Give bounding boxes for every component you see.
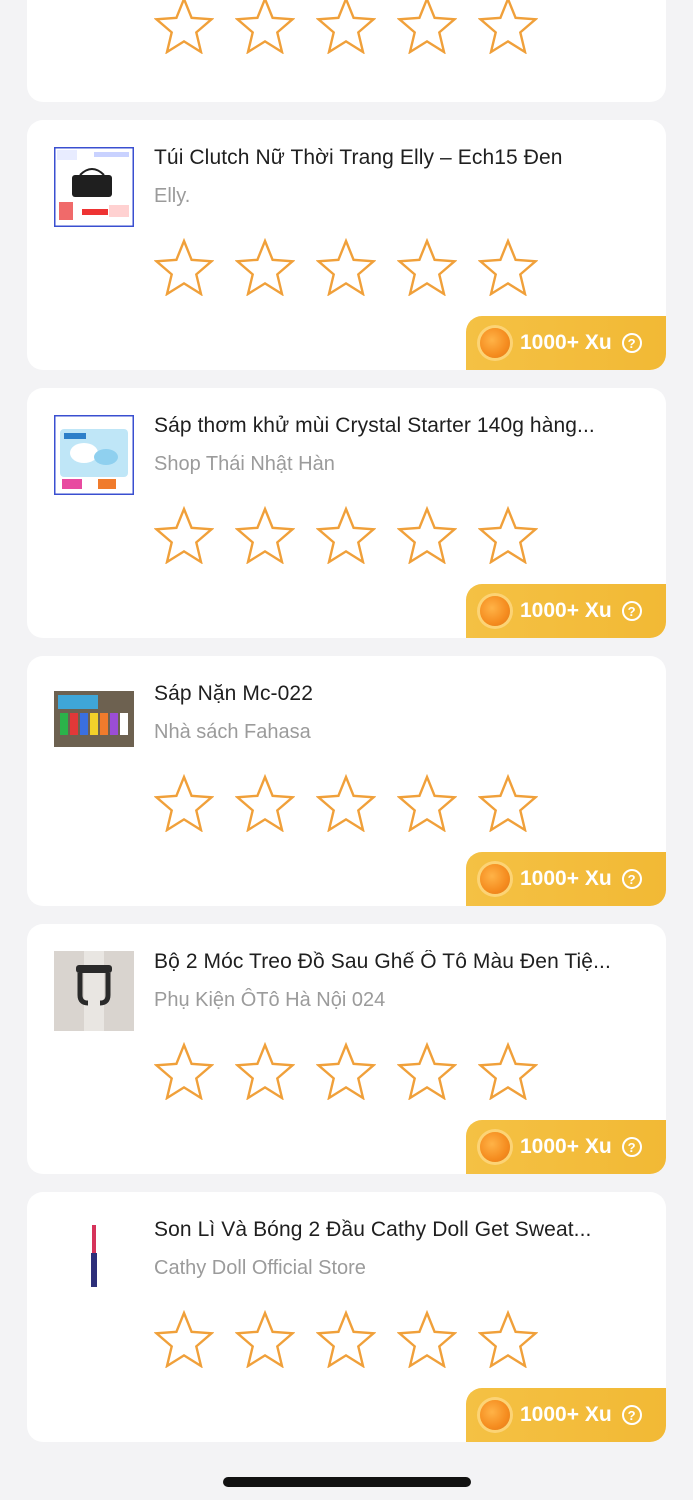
product-review-card: Son Lì Và Bóng 2 Đầu Cathy Doll Get Swea… — [27, 1192, 666, 1442]
help-icon[interactable]: ? — [621, 869, 642, 889]
star-icon[interactable] — [397, 1042, 457, 1100]
product-title[interactable]: Sáp thơm khử mùi Crystal Starter 140g hà… — [154, 414, 642, 438]
reward-label: 1000+ Xu — [520, 867, 612, 890]
reward-label: 1000+ Xu — [520, 1403, 612, 1426]
reward-badge[interactable]: 1000+ Xu ? — [466, 316, 666, 370]
star-icon[interactable] — [316, 1310, 376, 1368]
reward-badge[interactable]: 1000+ Xu ? — [466, 1388, 666, 1442]
star-icon[interactable] — [478, 238, 538, 296]
star-rating[interactable] — [154, 0, 559, 54]
star-icon[interactable] — [397, 0, 457, 54]
reward-label: 1000+ Xu — [520, 331, 612, 354]
home-indicator[interactable] — [223, 1477, 471, 1487]
star-icon[interactable] — [478, 506, 538, 564]
star-icon[interactable] — [397, 1310, 457, 1368]
coin-icon — [480, 328, 510, 358]
lipstick-thumbnail-icon — [54, 1219, 134, 1299]
star-icon[interactable] — [235, 506, 295, 564]
star-icon[interactable] — [154, 238, 214, 296]
air-freshener-box-thumbnail-icon — [54, 415, 134, 495]
coin-icon — [480, 864, 510, 894]
star-icon[interactable] — [316, 506, 376, 564]
coin-icon — [480, 596, 510, 626]
star-icon[interactable] — [478, 0, 538, 54]
star-rating[interactable] — [154, 774, 559, 832]
star-icon[interactable] — [316, 1042, 376, 1100]
star-icon[interactable] — [235, 0, 295, 54]
star-icon[interactable] — [397, 506, 457, 564]
star-icon[interactable] — [316, 238, 376, 296]
product-review-card: Sáp Nặn Mc-022 Nhà sách Fahasa 1000+ Xu … — [27, 656, 666, 906]
reward-label: 1000+ Xu — [520, 1135, 612, 1158]
shop-name: Elly. — [154, 185, 191, 207]
product-review-card: Bộ 2 Móc Treo Đồ Sau Ghế Ô Tô Màu Đen Ti… — [27, 924, 666, 1174]
star-icon[interactable] — [397, 238, 457, 296]
help-icon[interactable]: ? — [621, 1405, 642, 1425]
product-title[interactable]: Bộ 2 Móc Treo Đồ Sau Ghế Ô Tô Màu Đen Ti… — [154, 950, 642, 974]
help-icon[interactable]: ? — [621, 1137, 642, 1157]
star-icon[interactable] — [478, 1042, 538, 1100]
reward-label: 1000+ Xu — [520, 599, 612, 622]
product-title[interactable]: Sáp Nặn Mc-022 — [154, 682, 642, 706]
star-rating[interactable] — [154, 1310, 559, 1368]
reward-badge[interactable]: 1000+ Xu ? — [466, 852, 666, 906]
product-review-card: Túi Clutch Nữ Thời Trang Elly – Ech15 Đe… — [27, 120, 666, 370]
handbag-thumbnail-icon — [54, 147, 134, 227]
star-icon[interactable] — [154, 0, 214, 54]
shop-name: Phụ Kiện ÔTô Hà Nội 024 — [154, 989, 386, 1011]
star-icon[interactable] — [478, 774, 538, 832]
shop-name: Shop Thái Nhật Hàn — [154, 453, 335, 475]
product-review-card: Sáp thơm khử mùi Crystal Starter 140g hà… — [27, 388, 666, 638]
star-rating[interactable] — [154, 238, 559, 296]
star-icon[interactable] — [397, 774, 457, 832]
star-icon[interactable] — [235, 774, 295, 832]
shop-name: Cathy Doll Official Store — [154, 1257, 366, 1279]
reward-badge[interactable]: 1000+ Xu ? — [466, 584, 666, 638]
star-icon[interactable] — [235, 1042, 295, 1100]
reward-badge[interactable]: 1000+ Xu ? — [466, 1120, 666, 1174]
star-icon[interactable] — [154, 1310, 214, 1368]
coin-icon — [480, 1132, 510, 1162]
product-review-card-partial — [27, 0, 666, 102]
star-icon[interactable] — [154, 1042, 214, 1100]
product-title[interactable]: Son Lì Và Bóng 2 Đầu Cathy Doll Get Swea… — [154, 1218, 642, 1242]
star-icon[interactable] — [154, 774, 214, 832]
car-seat-hook-thumbnail-icon — [54, 951, 134, 1031]
product-title[interactable]: Túi Clutch Nữ Thời Trang Elly – Ech15 Đe… — [154, 146, 642, 170]
help-icon[interactable]: ? — [621, 601, 642, 621]
modeling-clay-thumbnail-icon — [54, 683, 134, 763]
star-icon[interactable] — [235, 1310, 295, 1368]
help-icon[interactable]: ? — [621, 333, 642, 353]
star-rating[interactable] — [154, 1042, 559, 1100]
coin-icon — [480, 1400, 510, 1430]
star-icon[interactable] — [316, 774, 376, 832]
star-icon[interactable] — [154, 506, 214, 564]
star-icon[interactable] — [235, 238, 295, 296]
shop-name: Nhà sách Fahasa — [154, 721, 311, 743]
star-icon[interactable] — [478, 1310, 538, 1368]
star-icon[interactable] — [316, 0, 376, 54]
star-rating[interactable] — [154, 506, 559, 564]
review-list-screen: Túi Clutch Nữ Thời Trang Elly – Ech15 Đe… — [0, 0, 693, 1500]
